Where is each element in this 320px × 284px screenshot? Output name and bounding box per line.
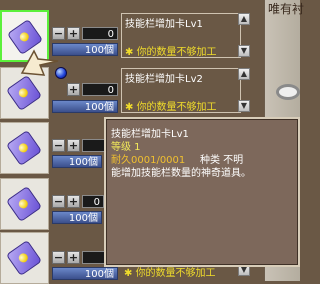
item-slot-4[interactable] (0, 178, 49, 230)
increase-button-1[interactable]: + (67, 27, 80, 40)
total-count-5: 100個 (52, 267, 118, 280)
warning-text-1: ✱ 你的数量不够加工 (125, 47, 217, 58)
decrease-button-1[interactable]: − (52, 27, 65, 40)
item-slot-3[interactable] (0, 122, 49, 174)
skill-card-icon (5, 74, 43, 112)
item-slot-5[interactable] (0, 232, 49, 284)
increase-button-3[interactable]: + (67, 139, 80, 152)
scroll-down-button-1[interactable]: ▼ (238, 45, 250, 57)
decrease-button-4[interactable]: − (52, 195, 65, 208)
total-count-4: 100個 (52, 211, 102, 224)
item-info-box-2: 技能栏增加卡Lv2 ✱ 你的数量不够加工 (121, 68, 241, 113)
increase-button-2[interactable]: + (67, 83, 80, 96)
decrease-button-5[interactable]: − (52, 251, 65, 264)
tooltip-description: 能增加技能栏数量的神奇道具。 (111, 168, 251, 179)
scroll-down-button-2[interactable]: ▼ (238, 100, 250, 112)
total-count-2: 100個 (52, 100, 118, 113)
scroll-up-button-2[interactable]: ▲ (238, 68, 250, 80)
increase-button-5[interactable]: + (67, 251, 80, 264)
item-tooltip: 技能栏增加卡Lv1 等级 1 耐久0001/0001 种类 不明 能增加技能栏数… (104, 117, 300, 267)
scroll-up-button-1[interactable]: ▲ (238, 13, 250, 25)
total-count-3: 100個 (52, 155, 102, 168)
decrease-button-3[interactable]: − (52, 139, 65, 152)
item-info-box-1: 技能栏增加卡Lv1 ✱ 你的数量不够加工 (121, 13, 241, 58)
ring-icon[interactable] (276, 84, 300, 100)
warning-text-2: ✱ 你的数量不够加工 (125, 102, 217, 113)
right-panel-text: 唯有衬 (268, 2, 305, 16)
skill-card-icon (5, 129, 43, 167)
item-name-2: 技能栏增加卡Lv2 (125, 74, 203, 85)
mouse-cursor-icon (20, 49, 59, 76)
item-name-1: 技能栏增加卡Lv1 (125, 19, 203, 30)
quantity-field-2[interactable]: 0 (82, 83, 118, 96)
increase-button-4[interactable]: + (67, 195, 80, 208)
quantity-field-4[interactable]: 0 (82, 195, 104, 208)
skill-card-icon (5, 185, 43, 223)
quantity-field-1[interactable]: 0 (82, 27, 118, 40)
skill-card-icon (5, 239, 43, 277)
